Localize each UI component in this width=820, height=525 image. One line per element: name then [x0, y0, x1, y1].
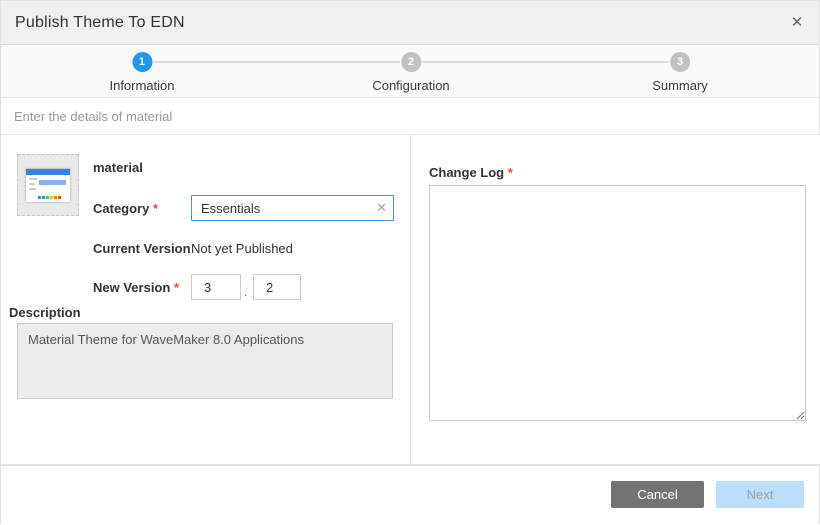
step-number-badge: 3 — [670, 52, 690, 72]
step-number-badge: 2 — [401, 52, 421, 72]
dialog-titlebar: Publish Theme To EDN ✕ — [1, 1, 819, 45]
required-marker: * — [508, 165, 513, 180]
current-version-value: Not yet Published — [191, 241, 293, 256]
current-version-label: Current Version — [93, 241, 191, 256]
dialog-footer: Cancel Next — [1, 466, 819, 525]
changelog-textarea[interactable] — [429, 185, 806, 421]
subheader-hint: Enter the details of material — [1, 99, 819, 135]
step-label: Configuration — [372, 78, 449, 93]
theme-thumbnail — [17, 154, 79, 216]
step-configuration[interactable]: 2 Configuration — [372, 52, 449, 93]
description-textarea: Material Theme for WaveMaker 8.0 Applica… — [17, 323, 393, 399]
step-label: Information — [109, 78, 174, 93]
category-input[interactable] — [191, 195, 394, 221]
category-field-wrap: ✕ — [191, 195, 394, 221]
close-icon[interactable]: ✕ — [787, 13, 807, 33]
clear-input-icon[interactable]: ✕ — [376, 200, 387, 216]
step-connector-line — [422, 61, 669, 63]
version-major-input[interactable] — [191, 274, 241, 300]
next-button[interactable]: Next — [716, 481, 804, 508]
theme-name: material — [93, 160, 143, 175]
step-information[interactable]: 1 Information — [109, 52, 174, 93]
step-label: Summary — [652, 78, 708, 93]
theme-preview-image — [26, 169, 70, 202]
description-label: Description — [9, 305, 81, 320]
information-panel: material Category * ✕ Current Version No… — [1, 135, 411, 464]
wizard-stepper: 1 Information 2 Configuration 3 Summary — [1, 46, 819, 98]
version-separator: . — [244, 285, 247, 299]
subheader-text: Enter the details of material — [14, 109, 172, 124]
changelog-panel: Change Log * — [412, 135, 820, 464]
changelog-label: Change Log * — [429, 165, 513, 180]
required-marker: * — [153, 201, 158, 216]
cancel-button[interactable]: Cancel — [611, 481, 704, 508]
dialog-content: material Category * ✕ Current Version No… — [1, 135, 820, 464]
version-minor-input[interactable] — [253, 274, 301, 300]
new-version-label: New Version * — [93, 280, 179, 295]
step-summary[interactable]: 3 Summary — [652, 52, 708, 93]
required-marker: * — [174, 280, 179, 295]
step-connector-line — [153, 61, 400, 63]
dialog-title: Publish Theme To EDN — [15, 14, 185, 32]
publish-theme-dialog: Publish Theme To EDN ✕ 1 Information 2 C… — [0, 0, 820, 524]
category-label: Category * — [93, 201, 158, 216]
step-number-badge: 1 — [132, 52, 152, 72]
